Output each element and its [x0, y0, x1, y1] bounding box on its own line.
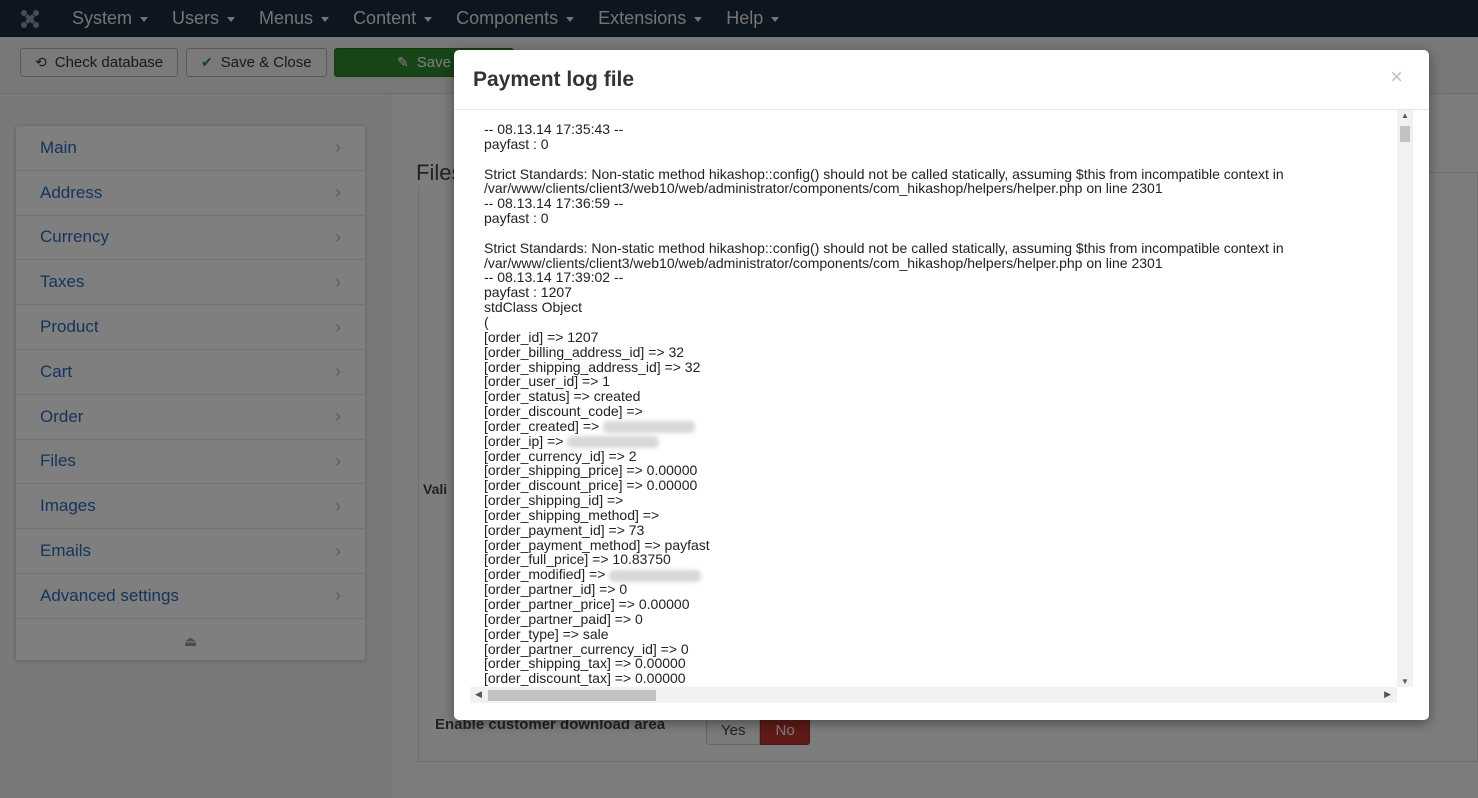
modal-header: Payment log file ×	[454, 50, 1429, 110]
log-line: -- 08.13.14 17:35:43 --	[484, 121, 624, 137]
payment-log-modal: Payment log file × -- 08.13.14 17:35:43 …	[454, 50, 1429, 720]
log-line: [order_status] => created	[484, 388, 641, 405]
log-line: payfast : 0	[484, 210, 549, 227]
log-line: [order_shipping_id] =>	[484, 492, 624, 509]
log-line: [order_shipping_address_id] => 32	[484, 358, 701, 375]
redacted-value	[603, 421, 696, 434]
log-line: [order_shipping_price] => 0.00000	[484, 462, 698, 479]
log-line: [order_discount_tax] => 0.00000	[484, 670, 686, 687]
log-line: /var/www/clients/client3/web10/web/admin…	[484, 180, 1163, 197]
scroll-thumb[interactable]	[488, 690, 656, 701]
scroll-thumb[interactable]	[1400, 126, 1410, 142]
scroll-down-icon[interactable]: ▼	[1397, 677, 1413, 686]
log-line: stdClass Object	[484, 299, 583, 316]
log-line: [order_full_price] => 10.83750	[484, 551, 671, 568]
log-line: [order_partner_id] => 0	[484, 581, 628, 598]
close-icon[interactable]: ×	[1390, 64, 1403, 90]
vertical-scrollbar[interactable]: ▲ ▼	[1397, 110, 1413, 687]
log-line: -- 08.13.14 17:36:59 --	[484, 195, 624, 212]
log-viewer[interactable]: -- 08.13.14 17:35:43 -- payfast : 0 Stric…	[470, 110, 1413, 703]
log-line: Strict Standards: Non-static method hika…	[484, 239, 1284, 256]
log-line: [order_ip] =>	[484, 433, 1389, 449]
log-content: -- 08.13.14 17:35:43 -- payfast : 0 Stric…	[484, 122, 1389, 686]
scroll-right-icon[interactable]: ▶	[1384, 689, 1391, 700]
redacted-value	[567, 436, 660, 449]
log-line: [order_user_id] => 1	[484, 373, 611, 390]
log-line: [order_currency_id] => 2	[484, 447, 637, 464]
redacted-value	[609, 569, 702, 582]
log-line: [order_created] =>	[484, 419, 1389, 434]
log-line: [order_partner_paid] => 0	[484, 610, 643, 627]
log-line: [order_discount_price] => 0.00000	[484, 477, 698, 494]
log-line: [order_partner_currency_id] => 0	[484, 640, 689, 657]
log-line: [order_modified] =>	[484, 567, 1389, 582]
log-line: payfast : 0	[484, 135, 549, 152]
log-line: (	[484, 313, 489, 330]
log-line: Strict Standards: Non-static method hika…	[484, 165, 1284, 182]
log-line: [order_discount_code] =>	[484, 403, 643, 420]
log-line: [order_shipping_method] =>	[484, 506, 660, 523]
log-line: [order_payment_id] => 73	[484, 521, 645, 538]
modal-title: Payment log file	[473, 68, 635, 91]
log-line: [order_billing_address_id] => 32	[484, 343, 685, 360]
log-line: [order_type] => sale	[484, 625, 609, 642]
log-line: [order_shipping_tax] => 0.00000	[484, 655, 686, 672]
log-line: /var/www/clients/client3/web10/web/admin…	[484, 254, 1163, 271]
log-line: [order_payment_method] => payfast	[484, 536, 710, 553]
scroll-left-icon[interactable]: ◀	[475, 689, 482, 700]
log-line: -- 08.13.14 17:39:02 --	[484, 269, 624, 286]
log-line: [order_partner_price] => 0.00000	[484, 596, 690, 612]
scroll-up-icon[interactable]: ▲	[1397, 111, 1413, 120]
log-line: [order_id] => 1207	[484, 328, 599, 345]
log-line: payfast : 1207	[484, 284, 572, 301]
horizontal-scrollbar[interactable]: ◀ ▶	[470, 687, 1397, 703]
